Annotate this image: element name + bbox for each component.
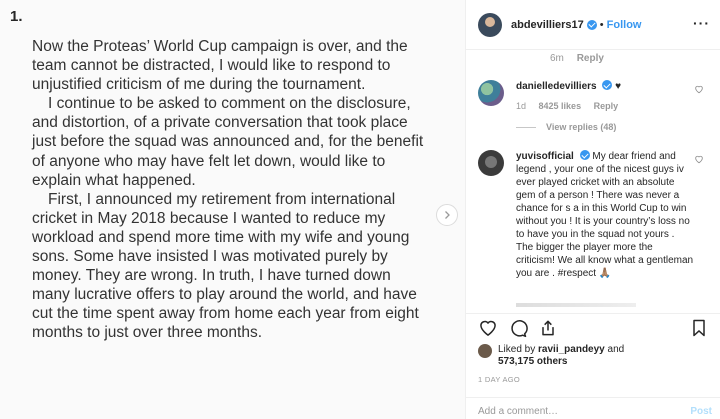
comment-time: 6m	[550, 53, 564, 64]
likes-count[interactable]: 573,175 others	[498, 356, 568, 367]
likes-summary[interactable]: Liked by ravii_pandeyy and 573,175 other…	[478, 344, 624, 368]
comment-time: 1d	[516, 101, 527, 111]
next-image-button[interactable]	[436, 204, 458, 226]
comment-item: danielledevilliers ♥ 1d 8425 likes Reply…	[478, 80, 716, 134]
verified-icon	[579, 150, 590, 160]
post-image: 1. Now the Proteas’ World Cup campaign i…	[0, 0, 466, 419]
liker-username[interactable]: ravii_pandeyy	[538, 344, 605, 355]
post-timestamp: 1 DAY AGO	[478, 375, 521, 384]
comments-list[interactable]: 6m Reply danielledevilliers ♥ 1d 8425 li…	[466, 51, 720, 313]
post-actions: Liked by ravii_pandeyy and 573,175 other…	[466, 313, 720, 419]
avatar[interactable]	[478, 150, 504, 176]
likes-prefix: Liked by	[498, 344, 536, 355]
comment-text: My dear friend and legend , your one of …	[516, 151, 694, 279]
bookmark-icon[interactable]	[690, 318, 708, 338]
comment-icon[interactable]	[508, 318, 528, 338]
faded-comment-meta	[516, 303, 636, 307]
post-header: abdevilliers17 • Follow ···	[466, 0, 720, 50]
comment-username[interactable]: yuvisofficial	[516, 151, 574, 162]
reply-button[interactable]: Reply	[577, 53, 604, 64]
statement-paragraph: I continue to be asked to comment on the…	[32, 95, 424, 189]
avatar[interactable]	[478, 80, 504, 106]
separator: •	[599, 18, 604, 31]
reply-button[interactable]: Reply	[594, 101, 619, 111]
statement-number: 1.	[10, 8, 23, 25]
heart-icon[interactable]	[694, 84, 704, 94]
heart-icon[interactable]	[478, 318, 498, 338]
avatar[interactable]	[478, 12, 502, 37]
author-username[interactable]: abdevilliers17	[511, 19, 584, 31]
statement-paragraph: First, I announced my retirement from in…	[32, 190, 419, 342]
chevron-right-icon	[445, 211, 450, 219]
view-replies-button[interactable]: View replies (48)	[516, 121, 694, 134]
heart-icon[interactable]	[694, 154, 704, 164]
comment-likes[interactable]: 8425 likes	[539, 101, 582, 111]
statement-paragraph: Now the Proteas’ World Cup campaign is o…	[32, 38, 408, 94]
follow-button[interactable]: Follow	[607, 19, 642, 31]
statement-text: Now the Proteas’ World Cup campaign is o…	[32, 37, 432, 343]
comment-meta: 1d 8425 likes Reply	[516, 100, 694, 113]
post-button[interactable]: Post	[690, 406, 712, 417]
more-options-icon[interactable]: ···	[693, 15, 710, 31]
comment-text: ♥	[615, 81, 622, 92]
avatar	[478, 344, 492, 358]
likes-and: and	[607, 344, 625, 355]
comment-item: yuvisofficial My dear friend and legend …	[478, 150, 716, 280]
comment-username[interactable]: danielledevilliers	[516, 81, 597, 92]
add-comment-bar: Post	[466, 397, 720, 419]
verified-icon	[586, 19, 597, 30]
post-sidebar: abdevilliers17 • Follow ··· 6m Reply dan…	[466, 0, 720, 419]
verified-icon	[602, 80, 613, 90]
comment-meta: 6m Reply	[550, 53, 604, 64]
comment-input[interactable]	[478, 406, 668, 417]
share-icon[interactable]	[538, 318, 558, 338]
